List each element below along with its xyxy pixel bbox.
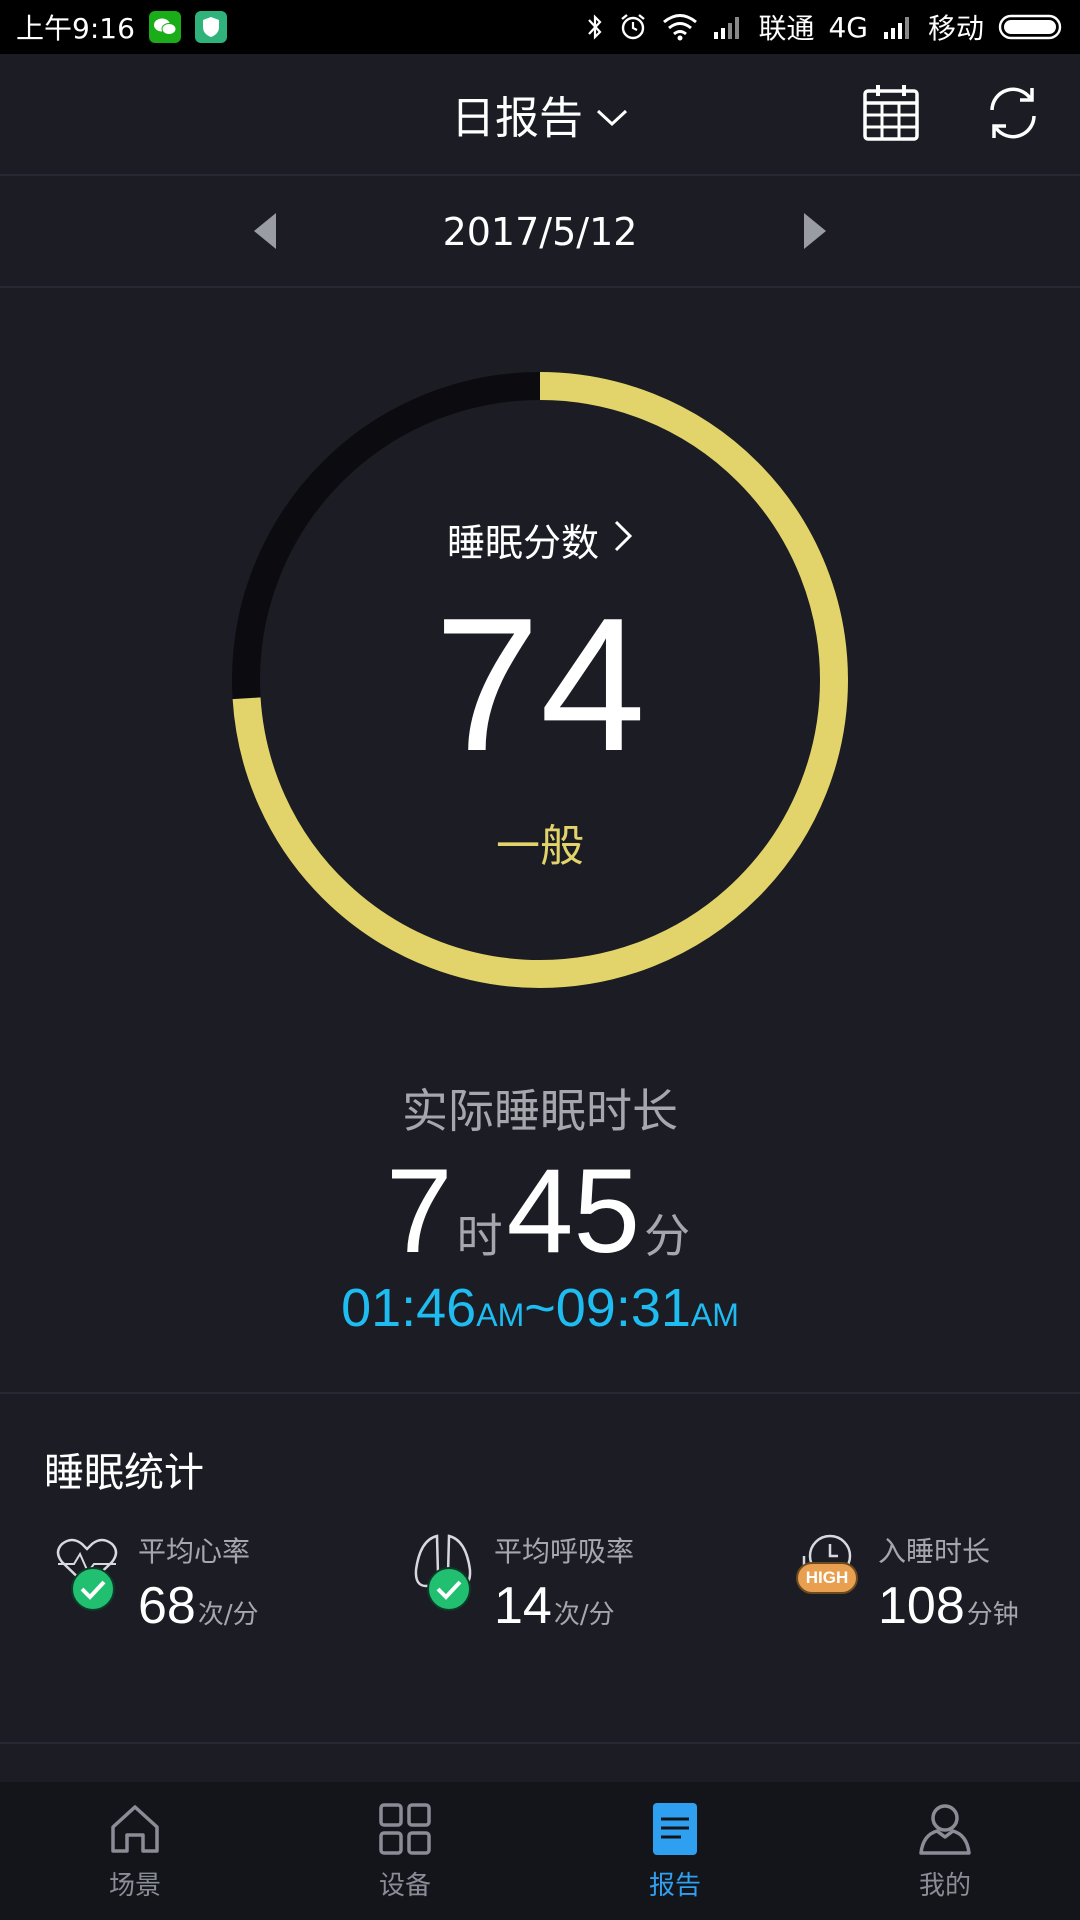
stat-label: 入睡时长 (878, 1535, 991, 1568)
stat-unit: 分钟 (966, 1600, 1019, 1630)
refresh-button[interactable] (982, 84, 1044, 146)
alarm-icon (618, 12, 648, 42)
prev-arrow-icon (252, 211, 278, 255)
shield-app-icon (194, 11, 227, 43)
nav-label: 我的 (918, 1870, 971, 1901)
nav-label: 报告 (648, 1870, 701, 1901)
nav-item-scene[interactable]: 场景 (0, 1782, 270, 1920)
status-bar: 上午9:16 联通 4G 移动 (0, 0, 1080, 54)
minute-unit: 分 (644, 1210, 691, 1262)
nav-item-report[interactable]: 报告 (540, 1782, 810, 1920)
page-title: 日报告 (451, 93, 583, 144)
sleep-duration: 实际睡眠时长 7 时 45 分 01:46 AM ~ 09:31 AM (0, 1075, 1080, 1339)
score-value: 74 (434, 579, 646, 791)
sleep-start-suffix: AM (476, 1297, 525, 1333)
score-detail-link[interactable]: 睡眠分数 (0, 512, 1080, 567)
nav-label: 设备 (378, 1870, 431, 1901)
refresh-icon (982, 82, 1044, 148)
sleep-time-range: 01:46 AM ~ 09:31 AM (0, 1277, 1080, 1339)
signal-icon (712, 14, 744, 40)
score-label: 睡眠分数 (446, 521, 599, 565)
section-divider (0, 1742, 1080, 1744)
next-date-button[interactable] (790, 208, 840, 258)
duration-minutes: 45 (506, 1144, 641, 1278)
sleep-end-time: 09:31 (555, 1278, 691, 1338)
stat-heart-rate[interactable]: 平均心率 68 次/分 (54, 1530, 259, 1636)
stats-title: 睡眠统计 (44, 1450, 204, 1496)
home-icon (107, 1801, 163, 1861)
score-rating: 一般 (496, 821, 584, 872)
carrier-name-2: 移动 (927, 12, 984, 45)
report-icon (647, 1801, 703, 1861)
battery-icon (998, 13, 1064, 41)
previous-date-button[interactable] (240, 208, 290, 258)
network-type: 4G (828, 10, 868, 44)
date-navigator: 2017/5/12 (0, 178, 1080, 288)
section-divider (0, 1392, 1080, 1394)
stat-unit: 次/分 (553, 1600, 615, 1630)
stat-label: 平均心率 (138, 1535, 251, 1568)
calendar-icon (861, 83, 921, 147)
check-icon (70, 1566, 116, 1616)
sleep-stats: 平均心率 68 次/分 平均呼吸率 14 次/分 HIGH 入睡时长 108 分… (0, 1530, 1080, 1650)
hour-unit: 时 (456, 1210, 503, 1262)
wifi-icon (662, 13, 698, 41)
current-date: 2017/5/12 (442, 210, 638, 254)
range-separator: ~ (524, 1278, 556, 1338)
status-time: 上午9:16 (16, 12, 135, 45)
sleep-start-time: 01:46 (341, 1278, 477, 1338)
check-icon (426, 1566, 472, 1616)
high-badge: HIGH (796, 1562, 858, 1594)
profile-icon (917, 1801, 973, 1861)
sleep-score-panel: 睡眠分数 74 一般 (0, 290, 1080, 1050)
carrier-name-1: 联通 (758, 12, 815, 45)
stat-value: 68 (138, 1577, 196, 1635)
app-header: 日报告 (0, 54, 1080, 176)
chevron-right-icon (613, 518, 633, 562)
chevron-down-icon (595, 89, 629, 140)
bluetooth-icon (586, 13, 604, 41)
stat-value: 108 (878, 1577, 965, 1635)
duration-hours: 7 (385, 1144, 453, 1278)
stat-value: 14 (494, 1577, 552, 1635)
duration-title: 实际睡眠时长 (402, 1084, 678, 1138)
stat-sleep-latency[interactable]: HIGH 入睡时长 108 分钟 (794, 1530, 1019, 1636)
nav-item-profile[interactable]: 我的 (810, 1782, 1080, 1920)
stat-label: 平均呼吸率 (494, 1535, 635, 1568)
wechat-icon (148, 11, 181, 43)
calendar-button[interactable] (860, 84, 922, 146)
sleep-end-suffix: AM (690, 1297, 739, 1333)
report-type-selector[interactable]: 日报告 (451, 82, 629, 146)
stat-respiration-rate[interactable]: 平均呼吸率 14 次/分 (410, 1530, 634, 1636)
nav-item-device[interactable]: 设备 (270, 1782, 540, 1920)
grid-icon (377, 1801, 433, 1861)
stat-unit: 次/分 (197, 1600, 259, 1630)
next-arrow-icon (802, 211, 828, 255)
nav-label: 场景 (108, 1870, 161, 1901)
bottom-navigation: 场景 设备 报告 我的 (0, 1782, 1080, 1920)
signal-icon (882, 14, 914, 40)
